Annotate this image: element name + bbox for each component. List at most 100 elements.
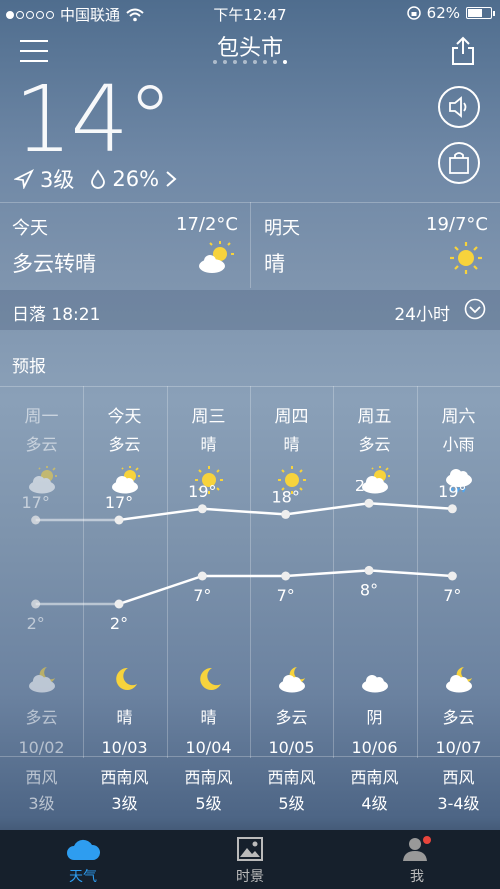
low-temp-point xyxy=(197,571,207,581)
forecast-night-condition: 晴 xyxy=(116,708,133,727)
low-trend-segment xyxy=(368,569,453,578)
tab-scenery-label: 时景 xyxy=(236,869,264,885)
forecast-wind-direction: 西南风 xyxy=(100,768,149,787)
high-temp-label: 17° xyxy=(105,493,133,512)
today-label: 今天 xyxy=(12,218,48,239)
humidity-value: 26% xyxy=(112,167,160,191)
forecast-wind-direction: 西风 xyxy=(25,768,58,787)
chevron-down-icon[interactable] xyxy=(464,298,486,320)
forecast-night-weather-icon xyxy=(278,667,305,693)
speaker-icon xyxy=(449,96,467,118)
forecast-night-column: 晴 10/04 xyxy=(167,664,250,757)
chevron-right-icon xyxy=(166,171,177,187)
tomorrow-desc: 晴 xyxy=(264,252,285,276)
forecast-day-name: 周六 xyxy=(441,407,476,427)
shopping-bag-icon xyxy=(449,152,469,174)
forecast-wind-direction: 西风 xyxy=(442,768,475,787)
battery-icon xyxy=(466,7,495,19)
forecast-day-name: 周五 xyxy=(357,407,392,427)
high-temp-label: 18° xyxy=(271,487,299,506)
high-temp-label: 17° xyxy=(21,493,49,512)
forecast-date: 10/04 xyxy=(185,738,232,757)
forecast-day-name: 今天 xyxy=(107,407,142,427)
low-temp-point xyxy=(364,565,374,575)
share-icon[interactable] xyxy=(450,36,476,66)
forecast-night-condition: 晴 xyxy=(200,708,217,727)
tab-weather-label: 天气 xyxy=(69,869,97,885)
high-temp-point xyxy=(114,515,124,525)
status-bar: 中国联通 下午12:47 62% xyxy=(0,0,500,26)
forecast-night-weather-icon xyxy=(115,667,137,690)
divider xyxy=(0,756,500,757)
status-right: 62% xyxy=(406,4,495,22)
forecast-night-column: 多云 10/02 xyxy=(0,664,83,757)
high-temp-point xyxy=(197,504,207,514)
forecast-day-name: 周一 xyxy=(24,407,59,427)
forecast-wind: 西风 3-4级 xyxy=(417,764,500,814)
forecast-wind: 西南风 5级 xyxy=(250,764,333,814)
low-temp-label: 7° xyxy=(443,586,461,605)
forecast-night-weather-icon xyxy=(28,667,55,693)
forecast-night-column: 多云 10/05 xyxy=(250,664,333,757)
sunset-bar[interactable]: 日落 18:21 24小时 xyxy=(0,290,500,330)
low-trend-segment xyxy=(118,574,203,606)
low-trend-segment xyxy=(285,569,370,578)
forecast-night-weather-icon xyxy=(361,675,388,693)
temperature-trend-chart: 17° 17° 19° 18° 20° 19° 2° 2° 7° 7° 8° 7° xyxy=(21,480,466,633)
tomorrow-range: 19/7°C xyxy=(426,214,488,235)
wind-direction-icon xyxy=(14,169,34,189)
tab-scenery[interactable]: 时景 xyxy=(215,836,285,886)
forecast-night-condition: 多云 xyxy=(25,708,58,727)
forecast-day-condition: 晴 xyxy=(200,435,217,454)
today-desc: 多云转晴 xyxy=(12,252,96,276)
low-temp-point xyxy=(281,571,291,581)
partly-cloudy-icon xyxy=(199,241,234,273)
forecast-night-weather-icon xyxy=(445,667,472,693)
divider xyxy=(250,202,251,288)
forecast-wind-direction: 西南风 xyxy=(184,768,233,787)
current-temperature: 14° xyxy=(14,66,173,173)
humidity-icon xyxy=(91,169,106,189)
forecast-day-condition: 晴 xyxy=(283,435,300,454)
high-temp-label: 19° xyxy=(188,482,216,501)
city-title[interactable]: 包头市 xyxy=(0,30,500,62)
high-temp-point xyxy=(31,515,41,525)
tomorrow-label: 明天 xyxy=(264,218,300,239)
battery-percent: 62% xyxy=(426,4,460,22)
shop-button[interactable] xyxy=(438,142,480,184)
forecast-day-name: 周四 xyxy=(274,407,309,427)
forecast-wind-level: 3级 xyxy=(111,794,138,813)
current-conditions-row[interactable]: 3级 26% xyxy=(14,164,177,194)
forecast-wind: 西南风 4级 xyxy=(333,764,416,814)
forecast-date: 10/03 xyxy=(101,738,148,757)
hours-24-label: 24小时 xyxy=(394,305,450,325)
high-temp-label: 20° xyxy=(355,480,383,495)
forecast-date: 10/07 xyxy=(435,738,482,757)
forecast-wind-direction: 西南风 xyxy=(350,768,399,787)
forecast-wind-direction: 西南风 xyxy=(267,768,316,787)
low-temp-point xyxy=(114,599,124,609)
forecast-wind: 西南风 5级 xyxy=(167,764,250,814)
forecast-day-name: 周三 xyxy=(191,407,226,427)
forecast-date: 10/02 xyxy=(18,738,65,757)
tab-weather[interactable]: 天气 xyxy=(48,836,118,886)
low-temp-point xyxy=(31,599,41,609)
forecast-wind-level: 3-4级 xyxy=(437,794,480,813)
forecast-wind-level: 5级 xyxy=(195,794,222,813)
tab-me-label: 我 xyxy=(410,869,424,885)
forecast-night-condition: 多云 xyxy=(442,708,475,727)
forecast-wind-level: 3级 xyxy=(28,794,55,813)
high-temp-point xyxy=(447,504,457,514)
forecast-night-column: 多云 10/07 xyxy=(417,664,500,757)
user-icon xyxy=(403,836,431,861)
forecast-night-column: 阴 10/06 xyxy=(333,664,416,757)
tab-bar: 天气 时景 我 xyxy=(0,830,500,889)
forecast-day-condition: 小雨 xyxy=(442,435,475,454)
forecast-date: 10/06 xyxy=(351,738,398,757)
voice-broadcast-button[interactable] xyxy=(438,86,480,128)
forecast-day-condition: 多云 xyxy=(108,435,141,454)
photo-icon xyxy=(237,837,263,861)
forecast-night-weather-icon xyxy=(199,667,221,690)
high-temp-label: 19° xyxy=(438,482,466,501)
tab-me[interactable]: 我 xyxy=(382,836,452,886)
